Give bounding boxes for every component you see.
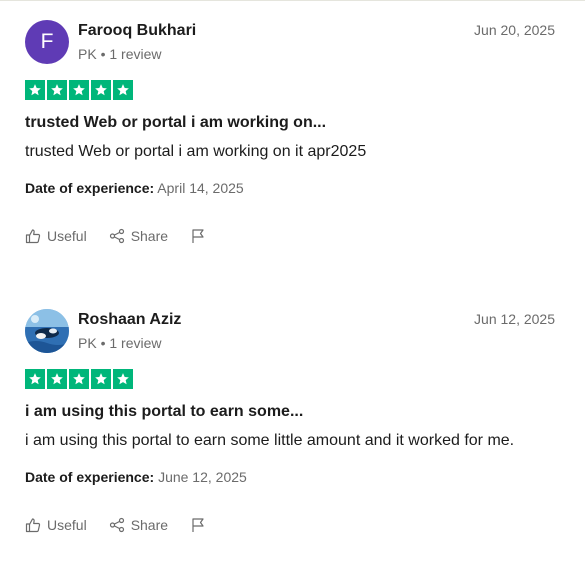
star-icon: [91, 80, 111, 100]
star-icon: [69, 369, 89, 389]
date-of-experience: Date of experience: June 12, 2025: [25, 469, 247, 485]
profile-photo: [25, 309, 69, 353]
reviewer-name[interactable]: Farooq Bukhari: [78, 22, 196, 40]
report-button[interactable]: [190, 228, 206, 244]
reviewer-name[interactable]: Roshaan Aziz: [78, 311, 181, 329]
share-label: Share: [130, 517, 169, 533]
star-rating: [25, 369, 133, 389]
star-icon: [113, 369, 133, 389]
star-icon: [47, 80, 67, 100]
reviewer-meta: PK • 1 review: [78, 335, 162, 351]
flag-icon: [190, 517, 206, 533]
review-actions: Useful Share: [25, 517, 228, 533]
review-title[interactable]: i am using this portal to earn some...: [25, 403, 303, 421]
useful-button[interactable]: Useful: [25, 517, 87, 533]
experience-date: April 14, 2025: [157, 180, 244, 196]
useful-label: Useful: [47, 228, 87, 244]
review-date: Jun 20, 2025: [474, 22, 555, 38]
star-icon: [47, 369, 67, 389]
avatar[interactable]: [25, 309, 69, 353]
star-icon: [25, 80, 45, 100]
review-card: Roshaan Aziz PK • 1 review Jun 12, 2025 …: [0, 289, 585, 569]
date-of-experience: Date of experience: April 14, 2025: [25, 180, 244, 196]
useful-button[interactable]: Useful: [25, 228, 87, 244]
avatar-initial: F: [40, 30, 54, 53]
review-body: i am using this portal to earn some litt…: [25, 432, 515, 449]
review-card: F Farooq Bukhari PK • 1 review Jun 20, 2…: [0, 0, 585, 280]
experience-label: Date of experience:: [25, 180, 155, 196]
reviewer-meta: PK • 1 review: [78, 46, 162, 62]
star-rating: [25, 80, 133, 100]
star-icon: [25, 369, 45, 389]
avatar[interactable]: F: [25, 20, 69, 64]
share-label: Share: [130, 228, 169, 244]
experience-label: Date of experience:: [25, 469, 155, 485]
report-button[interactable]: [190, 517, 206, 533]
share-button[interactable]: Share: [109, 228, 168, 244]
star-icon: [113, 80, 133, 100]
review-actions: Useful Share: [25, 228, 228, 244]
star-icon: [91, 369, 111, 389]
review-body: trusted Web or portal i am working on it…: [25, 143, 367, 160]
experience-date: June 12, 2025: [158, 469, 247, 485]
share-icon: [109, 517, 125, 533]
thumbs-up-icon: [25, 228, 41, 244]
share-icon: [109, 228, 125, 244]
review-title[interactable]: trusted Web or portal i am working on...: [25, 114, 326, 132]
useful-label: Useful: [47, 517, 87, 533]
star-icon: [69, 80, 89, 100]
flag-icon: [190, 228, 206, 244]
thumbs-up-icon: [25, 517, 41, 533]
share-button[interactable]: Share: [109, 517, 168, 533]
review-date: Jun 12, 2025: [474, 311, 555, 327]
